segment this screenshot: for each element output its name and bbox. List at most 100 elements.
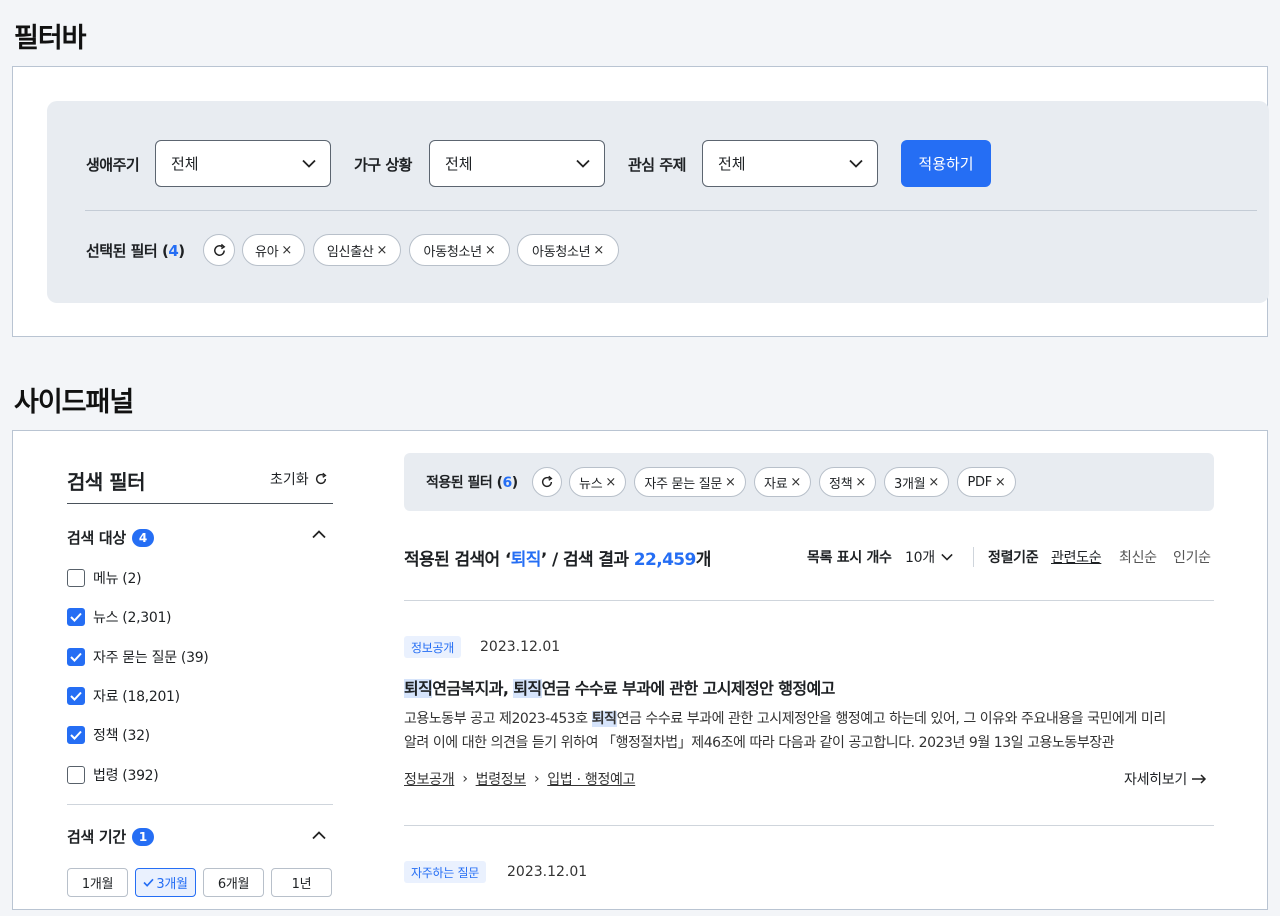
filter-divider — [85, 210, 1257, 211]
checkbox-label: 메뉴 (2) — [93, 571, 142, 587]
checkbox-policy[interactable]: 정책 (32) — [67, 725, 150, 745]
checkbox-box[interactable] — [67, 687, 85, 705]
applied-chip[interactable]: 자료 × — [754, 467, 811, 497]
breadcrumb: 정보공개 › 법령정보 › 입법 · 행정예고 — [404, 769, 636, 789]
period-3-months[interactable]: 3개월 — [135, 868, 196, 897]
checkbox-news[interactable]: 뉴스 (2,301) — [67, 607, 172, 627]
count-suffix: 개 — [695, 550, 712, 570]
filter-bar-frame: 생애주기 전체 가구 상황 전체 관심 주제 전체 적용하기 선택된 필터 (4… — [12, 66, 1269, 337]
applied-chip[interactable]: PDF × — [957, 467, 1016, 497]
close-icon[interactable]: × — [281, 243, 292, 258]
applied-chip[interactable]: 자주 묻는 질문 × — [634, 467, 746, 497]
applied-chip[interactable]: 3개월 × — [884, 467, 949, 497]
checkbox-faq[interactable]: 자주 묻는 질문 (39) — [67, 647, 209, 667]
page-size-select[interactable]: 10개 — [905, 547, 953, 567]
filter-bar-heading: 필터바 — [14, 23, 87, 54]
refresh-button[interactable] — [203, 234, 235, 266]
checkbox-box[interactable] — [67, 766, 85, 784]
title-text: 연금복지과, — [432, 679, 514, 698]
summary-middle: ’ / 검색 결과 — [540, 550, 634, 570]
household-select-value: 전체 — [445, 155, 473, 173]
side-panel-heading: 사이드패널 — [14, 387, 134, 418]
checkbox-menu[interactable]: 메뉴 (2) — [67, 568, 142, 588]
filter-chip-label: 아동청소년 — [532, 244, 591, 260]
filter-chip[interactable]: 유아 × — [242, 234, 305, 266]
close-icon[interactable]: × — [605, 475, 616, 490]
close-icon[interactable]: × — [377, 243, 388, 258]
topic-select[interactable]: 전체 — [702, 140, 878, 187]
category-badge: 정보공개 — [404, 636, 461, 658]
result-count: 22,459 — [633, 550, 697, 570]
applied-chip-label: 자료 — [764, 476, 788, 492]
checkbox-label: 뉴스 (2,301) — [93, 610, 172, 626]
applied-chip[interactable]: 정책 × — [819, 467, 876, 497]
sort-latest[interactable]: 최신순 — [1119, 547, 1157, 567]
checkbox-box[interactable] — [67, 726, 85, 744]
filter-chip[interactable]: 아동청소년 × — [517, 234, 619, 266]
view-details-link[interactable]: 자세히보기 — [1124, 769, 1207, 789]
applied-chip-label: 정책 — [829, 476, 853, 492]
filter-chip-label: 아동청소년 — [423, 244, 483, 260]
sort-popular[interactable]: 인기순 — [1173, 547, 1211, 567]
chevron-right-icon: › — [533, 771, 540, 787]
period-1-month[interactable]: 1개월 — [67, 868, 128, 897]
close-icon[interactable]: × — [593, 243, 604, 258]
check-icon — [70, 691, 82, 701]
close-icon[interactable]: × — [725, 475, 736, 490]
applied-chip-label: 3개월 — [894, 476, 926, 492]
filter-bar-panel: 생애주기 전체 가구 상황 전체 관심 주제 전체 적용하기 선택된 필터 (4… — [47, 101, 1269, 303]
checkbox-data[interactable]: 자료 (18,201) — [67, 686, 180, 706]
close-icon[interactable]: × — [790, 475, 801, 490]
filter-chip[interactable]: 임신출산 × — [313, 234, 401, 266]
result-date: 2023.12.01 — [507, 864, 588, 880]
applied-chip[interactable]: 뉴스 × — [569, 467, 626, 497]
result-title[interactable]: 퇴직연금복지과, 퇴직연금 수수료 부과에 관한 고시제정안 행정예고 — [404, 675, 835, 699]
close-icon[interactable]: × — [995, 475, 1006, 490]
check-icon — [143, 878, 154, 887]
lifecycle-select[interactable]: 전체 — [155, 140, 331, 187]
refresh-icon — [315, 472, 327, 485]
period-6-months[interactable]: 6개월 — [203, 868, 264, 897]
close-icon[interactable]: × — [855, 475, 866, 490]
checkbox-box[interactable] — [67, 648, 85, 666]
breadcrumb-link[interactable]: 법령정보 — [476, 769, 527, 789]
applied-chip-label: 뉴스 — [579, 476, 603, 492]
keyword-highlight: 퇴직 — [513, 679, 542, 698]
results-summary: 적용된 검색어 ‘퇴직’ / 검색 결과 22,459개 — [404, 545, 711, 570]
results-divider — [404, 825, 1214, 826]
close-icon[interactable]: × — [928, 475, 939, 490]
sort-relevance[interactable]: 관련도순 — [1051, 547, 1102, 567]
apply-button[interactable]: 적용하기 — [901, 140, 991, 187]
chevron-up-icon[interactable] — [312, 831, 326, 840]
search-period-badge: 1 — [131, 827, 154, 846]
reset-button[interactable]: 초기화 — [270, 469, 328, 489]
description-text: 고용노동부 공고 제2023-453호 — [404, 711, 592, 727]
chevron-up-icon[interactable] — [312, 530, 326, 539]
search-target-label: 검색 대상 — [67, 529, 126, 547]
chevron-down-icon — [302, 159, 316, 168]
close-icon[interactable]: × — [485, 243, 496, 258]
checkbox-law[interactable]: 법령 (392) — [67, 765, 159, 785]
description-line: 고용노동부 공고 제2023-453호 퇴직연금 수수료 부과에 관한 고시제정… — [404, 707, 1216, 731]
search-target-badge: 4 — [131, 528, 154, 547]
selected-filters-label: 선택된 필터 (4) — [86, 240, 185, 261]
checkbox-box[interactable] — [67, 569, 85, 587]
refresh-icon — [213, 243, 225, 256]
title-divider — [67, 503, 333, 504]
refresh-button[interactable] — [532, 467, 562, 497]
period-label: 1개월 — [81, 877, 114, 892]
applied-filters-count: 6 — [502, 475, 513, 491]
breadcrumb-link[interactable]: 정보공개 — [404, 769, 455, 789]
applied-filters-close: ) — [511, 475, 518, 491]
checkbox-box[interactable] — [67, 608, 85, 626]
keyword-highlight: 퇴직 — [404, 679, 433, 698]
household-select[interactable]: 전체 — [429, 140, 605, 187]
sort-label: 정렬기준 — [988, 550, 1039, 566]
description-line: 알려 이에 대한 의견을 듣기 위하여 「행정절차법」제46조에 따라 다음과 … — [404, 735, 1115, 751]
household-label: 가구 상황 — [354, 156, 412, 174]
period-1-year[interactable]: 1년 — [271, 868, 332, 897]
applied-filters-panel: 적용된 필터 (6) 뉴스 × 자주 묻는 질문 × 자료 × 정책 × 3개월 × PD… — [404, 453, 1214, 511]
filter-chip[interactable]: 아동청소년 × — [409, 234, 510, 266]
breadcrumb-link[interactable]: 입법 · 행정예고 — [547, 769, 635, 789]
arrow-right-icon — [1191, 774, 1206, 784]
